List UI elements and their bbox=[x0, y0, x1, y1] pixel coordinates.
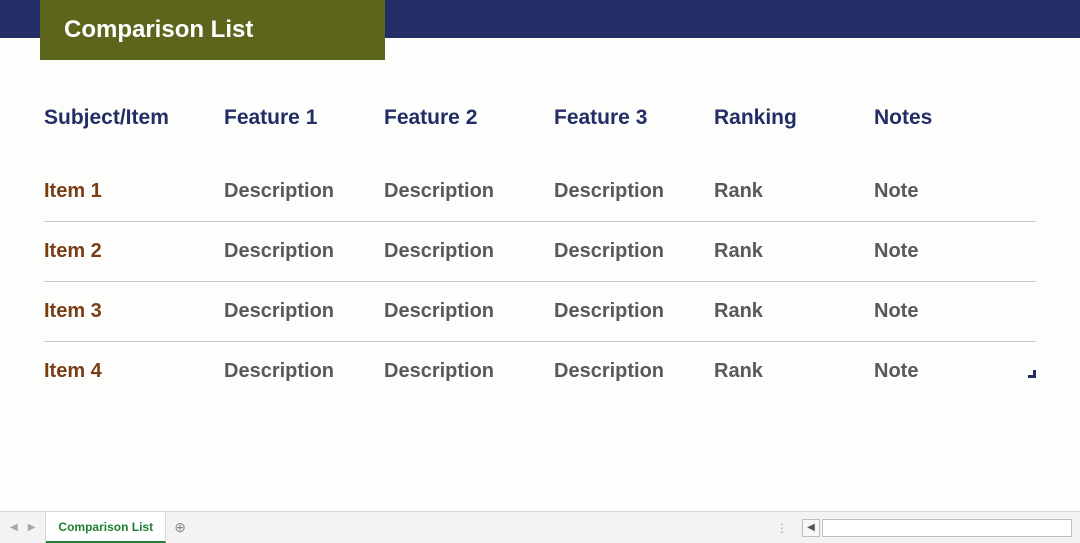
add-sheet-button[interactable]: ⊕ bbox=[166, 512, 194, 543]
cell-feature-3[interactable]: Description bbox=[554, 342, 714, 402]
header-notes[interactable]: Notes bbox=[874, 106, 1036, 162]
sheet-drag-handle-icon[interactable]: ⋮ bbox=[766, 512, 800, 543]
page-title: Comparison List bbox=[64, 16, 253, 44]
cell-feature-3[interactable]: Description bbox=[554, 282, 714, 342]
header-ranking[interactable]: Ranking bbox=[714, 106, 874, 162]
comparison-table: Subject/Item Feature 1 Feature 2 Feature… bbox=[44, 106, 1036, 401]
sheet-nav: ◀ ▶ bbox=[0, 512, 46, 543]
title-block: Comparison List bbox=[40, 0, 385, 60]
table-row: Item 1 Description Description Descripti… bbox=[44, 162, 1036, 222]
cell-feature-2[interactable]: Description bbox=[384, 342, 554, 402]
cell-notes[interactable]: Note bbox=[874, 162, 1036, 222]
scroll-track[interactable] bbox=[822, 519, 1072, 537]
cell-feature-1[interactable]: Description bbox=[224, 162, 384, 222]
cell-feature-1[interactable]: Description bbox=[224, 222, 384, 282]
plus-icon: ⊕ bbox=[174, 519, 186, 536]
sheet-tab-active[interactable]: Comparison List bbox=[46, 512, 166, 543]
header-bar: Comparison List bbox=[0, 0, 1080, 38]
cell-subject[interactable]: Item 1 bbox=[44, 162, 224, 222]
cell-feature-2[interactable]: Description bbox=[384, 162, 554, 222]
cell-rank[interactable]: Rank bbox=[714, 282, 874, 342]
cell-feature-3[interactable]: Description bbox=[554, 222, 714, 282]
cell-rank[interactable]: Rank bbox=[714, 162, 874, 222]
cell-feature-2[interactable]: Description bbox=[384, 222, 554, 282]
table-row: Item 3 Description Description Descripti… bbox=[44, 282, 1036, 342]
sheet-area: Subject/Item Feature 1 Feature 2 Feature… bbox=[0, 38, 1080, 401]
table-corner-marker bbox=[1028, 370, 1036, 378]
header-subject[interactable]: Subject/Item bbox=[44, 106, 224, 162]
cell-feature-1[interactable]: Description bbox=[224, 342, 384, 402]
horizontal-scrollbar[interactable]: ◀ bbox=[800, 512, 1080, 543]
table-row: Item 4 Description Description Descripti… bbox=[44, 342, 1036, 402]
cell-subject[interactable]: Item 4 bbox=[44, 342, 224, 402]
scroll-left-icon[interactable]: ◀ bbox=[802, 519, 820, 537]
cell-feature-1[interactable]: Description bbox=[224, 282, 384, 342]
cell-notes[interactable]: Note bbox=[874, 282, 1036, 342]
cell-subject[interactable]: Item 2 bbox=[44, 222, 224, 282]
header-feature-3[interactable]: Feature 3 bbox=[554, 106, 714, 162]
header-feature-2[interactable]: Feature 2 bbox=[384, 106, 554, 162]
cell-notes[interactable]: Note bbox=[874, 342, 1036, 402]
cell-feature-3[interactable]: Description bbox=[554, 162, 714, 222]
status-bar-spacer bbox=[194, 512, 766, 543]
sheet-nav-prev-icon[interactable]: ◀ bbox=[8, 520, 20, 535]
table-header-row: Subject/Item Feature 1 Feature 2 Feature… bbox=[44, 106, 1036, 162]
header-feature-1[interactable]: Feature 1 bbox=[224, 106, 384, 162]
cell-rank[interactable]: Rank bbox=[714, 222, 874, 282]
cell-rank[interactable]: Rank bbox=[714, 342, 874, 402]
cell-notes[interactable]: Note bbox=[874, 222, 1036, 282]
table-row: Item 2 Description Description Descripti… bbox=[44, 222, 1036, 282]
cell-subject[interactable]: Item 3 bbox=[44, 282, 224, 342]
cell-feature-2[interactable]: Description bbox=[384, 282, 554, 342]
status-bar: ◀ ▶ Comparison List ⊕ ⋮ ◀ bbox=[0, 511, 1080, 543]
sheet-nav-next-icon[interactable]: ▶ bbox=[26, 520, 38, 535]
sheet-tab-label: Comparison List bbox=[58, 520, 153, 534]
